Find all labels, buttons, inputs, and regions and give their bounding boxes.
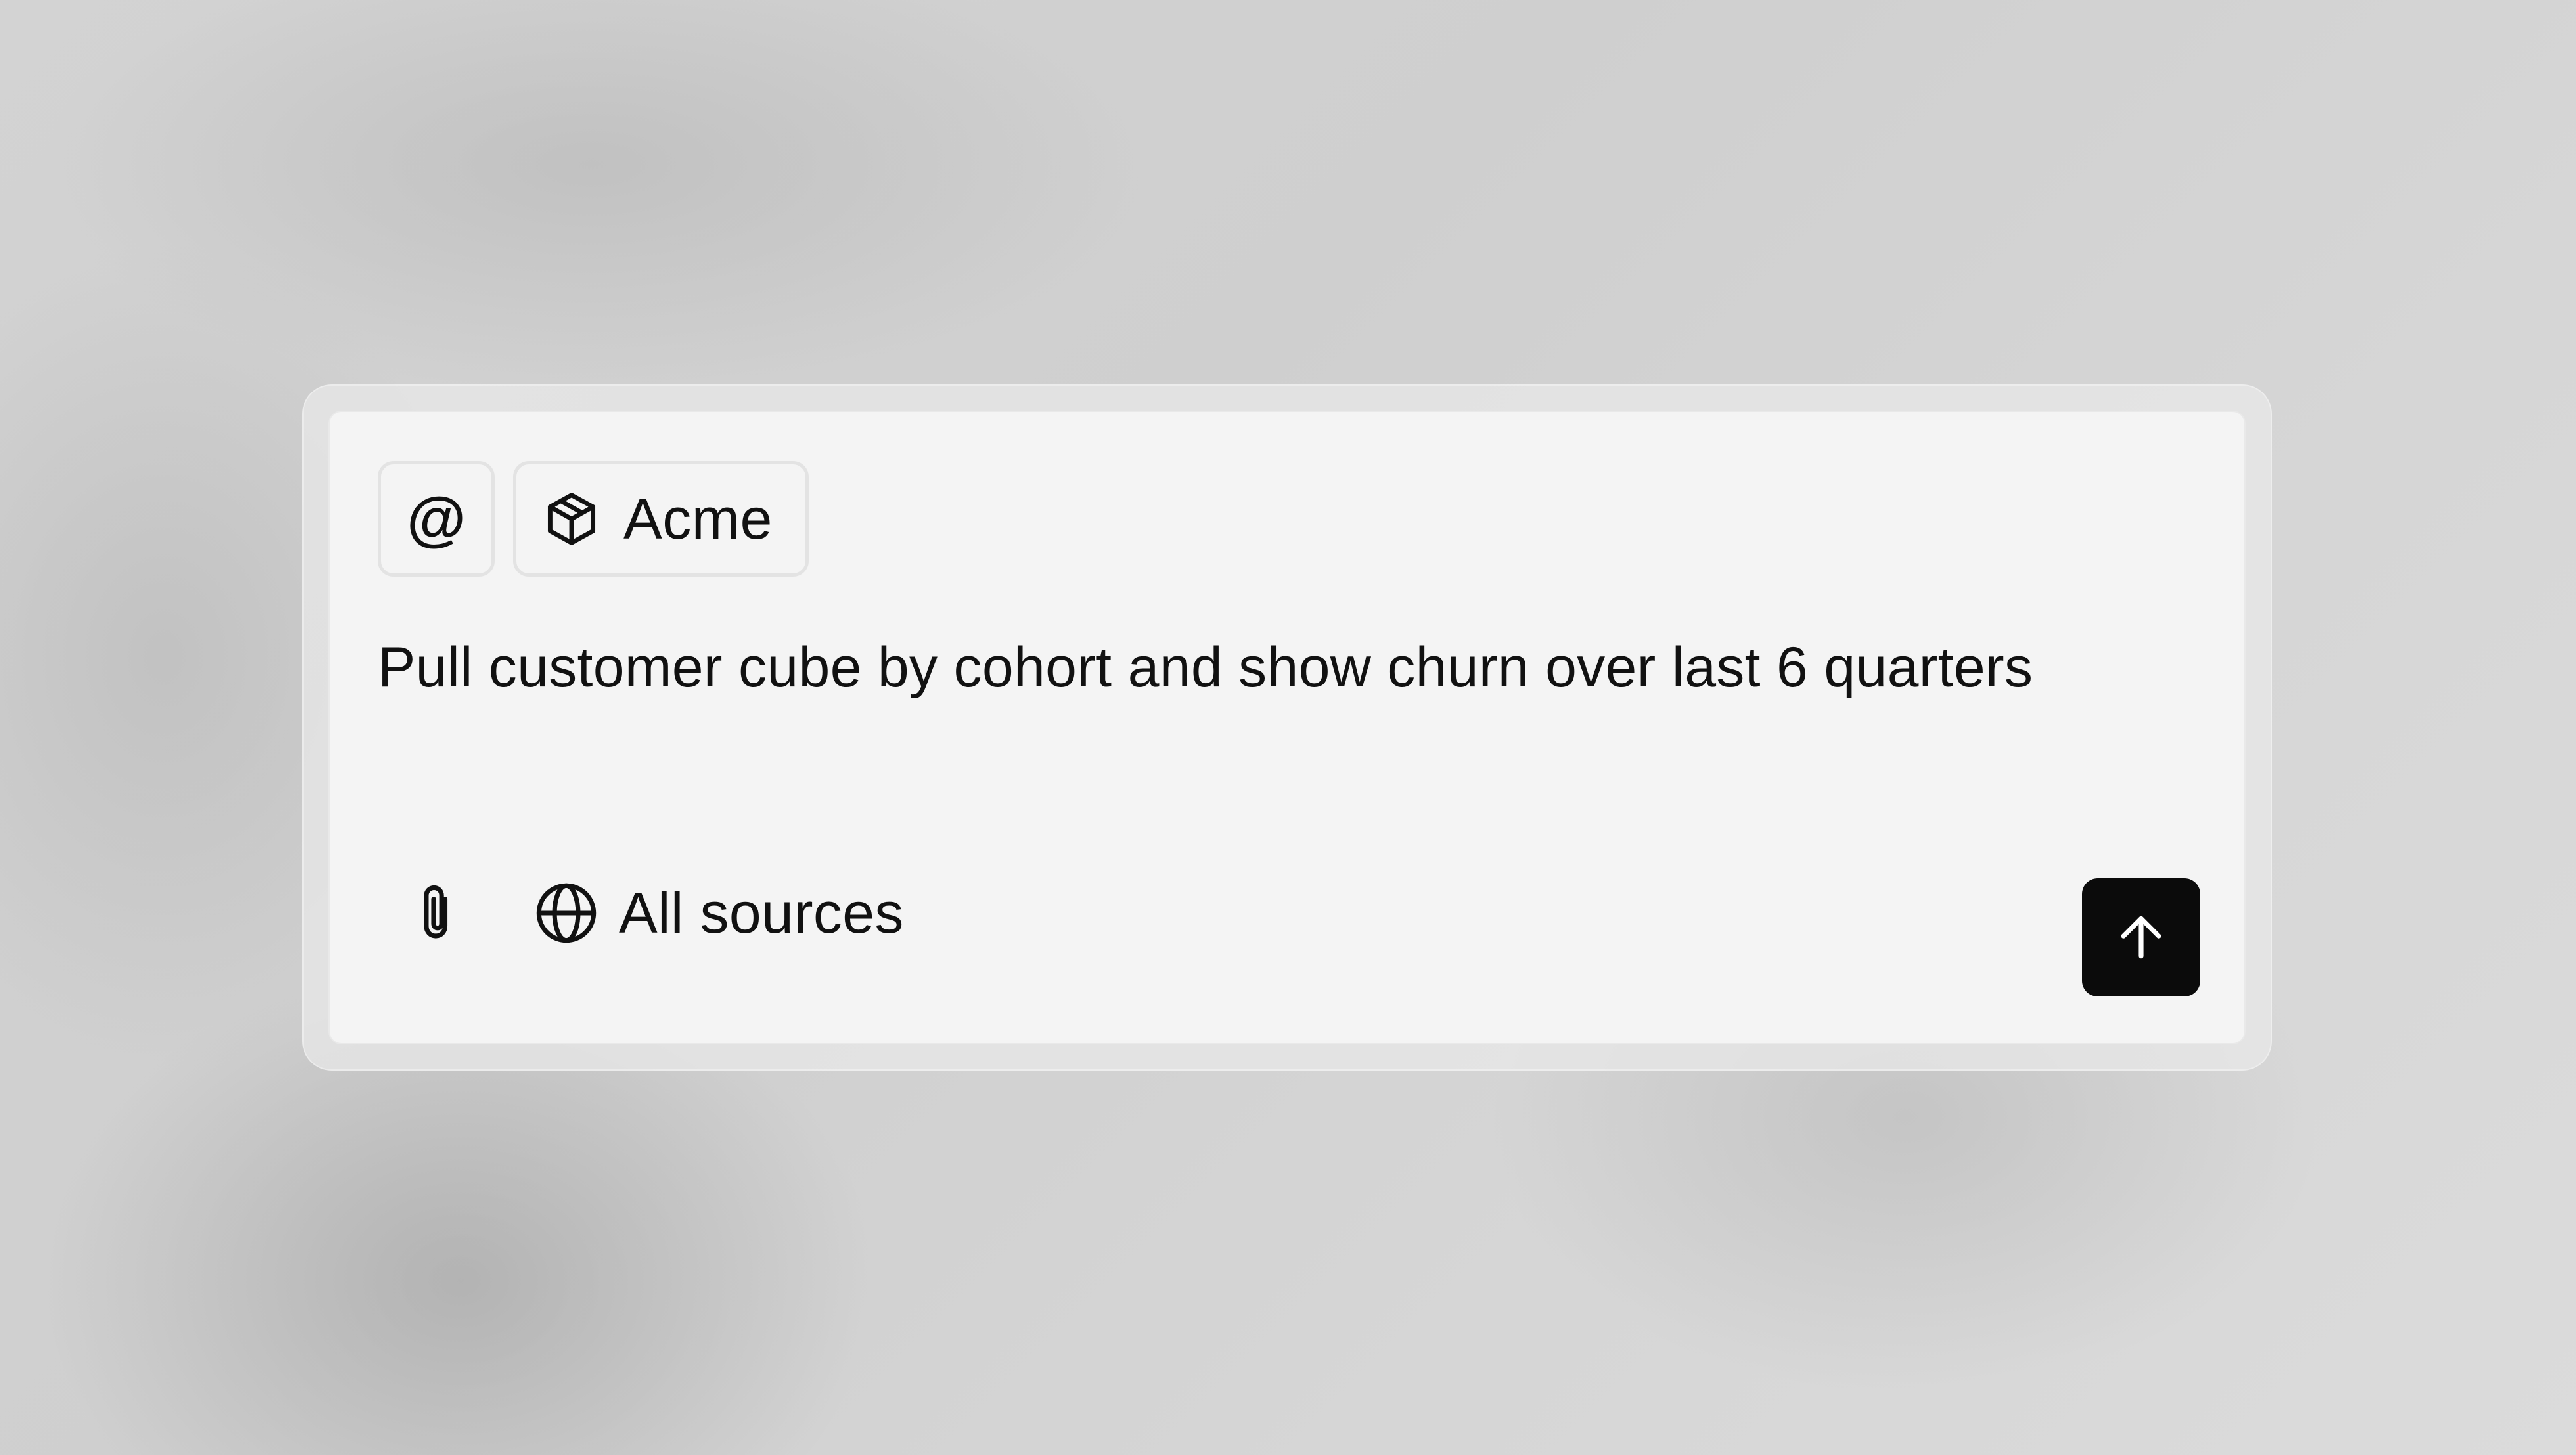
send-button[interactable] xyxy=(2082,878,2200,996)
sources-selector[interactable]: All sources xyxy=(533,872,904,954)
paperclip-icon xyxy=(408,880,466,946)
arrow-up-icon xyxy=(2113,909,2169,966)
prompt-composer: @ Acme Pull customer cube by cohort and … xyxy=(328,411,2246,1044)
globe-icon xyxy=(533,880,599,946)
sources-label: All sources xyxy=(619,880,904,945)
cube-icon xyxy=(541,489,602,549)
attach-file-button[interactable] xyxy=(395,872,478,954)
page: { "composer": { "mention_chip": { "symbo… xyxy=(0,0,2576,1455)
prompt-input[interactable]: Pull customer cube by cohort and show ch… xyxy=(378,635,2033,700)
context-chip-label: Acme xyxy=(623,486,773,551)
at-sign-icon: @ xyxy=(407,485,466,552)
context-chip-acme[interactable]: Acme xyxy=(513,461,809,577)
mention-button[interactable]: @ xyxy=(378,461,495,577)
